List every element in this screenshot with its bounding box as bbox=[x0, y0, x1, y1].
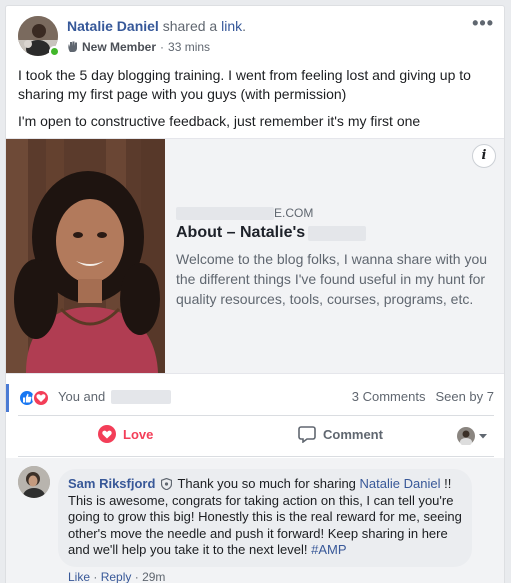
link-preview[interactable]: i E.COM About – Natalie's Welcome to the… bbox=[6, 138, 504, 374]
comment-icon bbox=[298, 426, 316, 443]
post-timestamp[interactable]: 33 mins bbox=[168, 40, 210, 54]
love-icon bbox=[98, 425, 116, 443]
commenter-avatar[interactable] bbox=[18, 466, 50, 498]
action-suffix: . bbox=[242, 18, 246, 34]
chevron-down-icon bbox=[479, 434, 487, 439]
link-preview-image[interactable] bbox=[6, 139, 165, 373]
comment-bubble: Sam Riksfjord Thank you so much for shar… bbox=[58, 469, 472, 567]
link-title-text: About – Natalie's bbox=[176, 224, 306, 241]
online-status-dot bbox=[49, 46, 60, 57]
comment-actions-separator-1: · bbox=[93, 570, 98, 583]
post-author-line: Natalie Daniel shared a link. bbox=[67, 18, 246, 34]
reactors-text[interactable]: You and bbox=[58, 389, 172, 404]
info-icon[interactable]: i bbox=[472, 144, 496, 168]
redacted-domain bbox=[176, 206, 274, 220]
link-domain-suffix: E.COM bbox=[274, 206, 314, 220]
comment-reply-link[interactable]: Reply bbox=[101, 570, 132, 583]
love-reaction-icon bbox=[32, 389, 50, 407]
comments-section: Sam Riksfjord Thank you so much for shar… bbox=[6, 458, 504, 583]
redacted-title bbox=[308, 225, 367, 241]
comment-timestamp[interactable]: 29m bbox=[142, 570, 165, 583]
post-card: Natalie Daniel shared a link. New Member… bbox=[5, 5, 505, 583]
comment-text-1: Thank you so much for sharing bbox=[177, 476, 356, 491]
more-options-icon[interactable]: ••• bbox=[472, 14, 494, 32]
link-title[interactable]: About – Natalie's bbox=[176, 224, 367, 242]
comment-button[interactable]: Comment bbox=[298, 425, 383, 443]
comment-actions-separator-2: · bbox=[134, 570, 139, 583]
love-button[interactable]: Love bbox=[98, 425, 153, 443]
reactors-prefix: You and bbox=[58, 389, 106, 404]
reactions-bar: You and 3 Comments Seen by 7 bbox=[6, 374, 504, 416]
new-member-wave-icon bbox=[68, 41, 77, 52]
post-body: I took the 5 day blogging training. I we… bbox=[18, 66, 494, 139]
admin-shield-icon bbox=[161, 478, 173, 490]
comment-mention[interactable]: Natalie Daniel bbox=[360, 476, 441, 491]
new-member-badge: New Member bbox=[82, 40, 157, 54]
post-stats: 3 Comments Seen by 7 bbox=[352, 389, 494, 404]
action-prefix: shared a bbox=[162, 18, 218, 34]
comment-hashtag[interactable]: #AMP bbox=[311, 542, 346, 557]
author-name[interactable]: Natalie Daniel bbox=[67, 18, 159, 34]
audience-selector[interactable] bbox=[457, 427, 488, 445]
love-label: Love bbox=[123, 426, 154, 442]
reactions-accent-bar bbox=[6, 384, 9, 412]
comment-label: Comment bbox=[323, 426, 383, 442]
comment-actions: Like · Reply · 29m bbox=[68, 570, 165, 583]
link-domain: E.COM bbox=[176, 206, 313, 220]
comments-count[interactable]: 3 Comments bbox=[352, 389, 426, 404]
post-text-paragraph-2: I'm open to constructive feedback, just … bbox=[18, 113, 421, 129]
link-description: Welcome to the blog folks, I wanna share… bbox=[176, 251, 488, 307]
post-actions: Love Comment bbox=[18, 415, 494, 457]
meta-separator: · bbox=[160, 40, 165, 54]
post-header: Natalie Daniel shared a link. New Member… bbox=[18, 14, 494, 60]
redacted-reactors bbox=[111, 389, 172, 404]
post-text-paragraph-1: I took the 5 day blogging training. I we… bbox=[18, 67, 471, 102]
action-link[interactable]: link bbox=[221, 18, 242, 34]
comment-like-link[interactable]: Like bbox=[68, 570, 90, 583]
post-meta: New Member · 33 mins bbox=[67, 40, 210, 54]
commenter-avatar-icon bbox=[457, 427, 475, 445]
seen-by-count[interactable]: Seen by 7 bbox=[435, 389, 494, 404]
comment-author[interactable]: Sam Riksfjord bbox=[68, 476, 155, 491]
reaction-icons[interactable] bbox=[18, 389, 50, 407]
